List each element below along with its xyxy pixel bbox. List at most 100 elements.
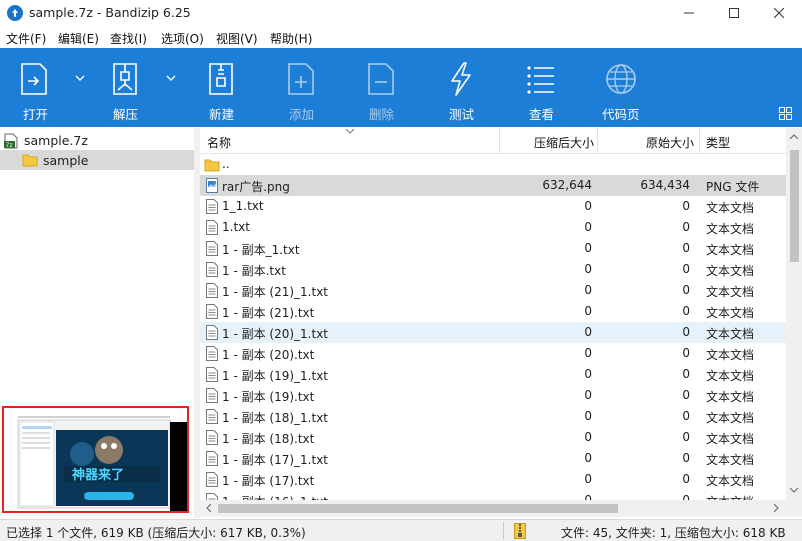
file-list: 名称 压缩后大小 原始大小 类型 .. rar广告.png 632,644 634,4… — [200, 128, 802, 518]
table-row[interactable]: 1 - 副本 (18).txt 0 0 文本文档 — [200, 427, 786, 448]
file-name: .. — [222, 157, 230, 171]
svg-text:7z: 7z — [6, 142, 13, 149]
new-archive-icon — [209, 63, 233, 95]
add-button[interactable]: 添加 — [284, 48, 318, 127]
file-original-size: 0 — [682, 220, 690, 234]
file-name: 1 - 副本 (17).txt — [222, 474, 315, 488]
table-row[interactable]: 1 - 副本 (18)_1.txt 0 0 文本文档 — [200, 406, 786, 427]
scroll-right-icon[interactable] — [774, 504, 779, 512]
file-original-size: 0 — [682, 430, 690, 444]
file-packed-size: 0 — [584, 430, 592, 444]
file-type: 文本文档 — [706, 327, 755, 341]
column-header-packed-size[interactable]: 压缩后大小 — [534, 128, 594, 154]
file-original-size: 0 — [682, 409, 690, 423]
menu-help[interactable]: 帮助(H) — [270, 30, 312, 47]
extract-dropdown-icon[interactable] — [166, 74, 176, 82]
folder-icon — [204, 159, 220, 172]
status-selection-text: 已选择 1 个文件, 619 KB (压缩后大小: 617 KB, 0.3%) — [6, 526, 306, 540]
table-row[interactable]: 1 - 副本_1.txt 0 0 文本文档 — [200, 238, 786, 259]
table-row[interactable]: 1 - 副本 (17).txt 0 0 文本文档 — [200, 469, 786, 490]
add-label: 添加 — [289, 107, 315, 122]
delete-button[interactable]: 删除 — [364, 48, 398, 127]
maximize-button[interactable] — [711, 0, 757, 26]
title-bar: sample.7z - Bandizip 6.25 — [0, 0, 802, 26]
folder-icon — [22, 154, 38, 167]
status-summary-text: 文件: 45, 文件夹: 1, 压缩包大小: 618 KB — [561, 526, 786, 540]
file-type: 文本文档 — [706, 306, 755, 320]
menu-view[interactable]: 视图(V) — [216, 30, 258, 47]
table-row[interactable]: 1_1.txt 0 0 文本文档 — [200, 196, 786, 217]
text-file-icon — [206, 241, 218, 256]
image-preview: 神器来了 — [2, 406, 189, 513]
file-name: rar广告.png — [222, 180, 290, 194]
horizontal-scroll-thumb[interactable] — [218, 504, 618, 513]
file-type: 文本文档 — [706, 432, 755, 446]
table-row[interactable]: 1 - 副本 (20)_1.txt 0 0 文本文档 — [200, 322, 786, 343]
close-button[interactable] — [756, 0, 802, 26]
test-button[interactable]: 测试 — [444, 48, 478, 127]
tree-item-archive[interactable]: 7z sample.7z — [0, 130, 194, 150]
file-type: 文本文档 — [706, 285, 755, 299]
horizontal-scrollbar[interactable] — [200, 500, 802, 517]
text-file-icon — [206, 283, 218, 298]
table-row[interactable]: 1 - 副本 (21).txt 0 0 文本文档 — [200, 301, 786, 322]
file-original-size: 634,434 — [640, 178, 690, 192]
table-row[interactable]: rar广告.png 632,644 634,434 PNG 文件 — [200, 175, 786, 196]
table-row[interactable]: 1 - 副本 (19)_1.txt 0 0 文本文档 — [200, 364, 786, 385]
codepage-button[interactable]: 代码页 — [602, 48, 640, 127]
menu-find[interactable]: 查找(I) — [110, 30, 147, 47]
extract-label: 解压 — [113, 107, 139, 122]
menu-options[interactable]: 选项(O) — [161, 30, 204, 47]
text-file-icon — [206, 262, 218, 277]
scroll-left-icon[interactable] — [206, 504, 211, 512]
file-name: 1 - 副本 (21)_1.txt — [222, 285, 329, 299]
text-file-icon — [206, 304, 218, 319]
file-packed-size: 0 — [584, 409, 592, 423]
text-file-icon — [206, 430, 218, 445]
table-row[interactable]: 1 - 副本 (17)_1.txt 0 0 文本文档 — [200, 448, 786, 469]
column-header-original-size[interactable]: 原始大小 — [646, 128, 694, 154]
file-packed-size: 0 — [584, 388, 592, 402]
text-file-icon — [206, 199, 218, 214]
menu-file[interactable]: 文件(F) — [6, 30, 46, 47]
minimize-button[interactable] — [666, 0, 712, 26]
file-type: 文本文档 — [706, 201, 755, 215]
list-view-icon — [527, 66, 554, 94]
file-original-size: 0 — [682, 199, 690, 213]
scroll-up-icon[interactable] — [790, 134, 798, 139]
new-button[interactable]: 新建 — [204, 48, 238, 127]
menu-edit[interactable]: 编辑(E) — [58, 30, 99, 47]
file-packed-size: 632,644 — [542, 178, 592, 192]
view-button[interactable]: 查看 — [524, 48, 558, 127]
table-row[interactable]: 1 - 副本 (21)_1.txt 0 0 文本文档 — [200, 280, 786, 301]
file-packed-size: 0 — [584, 220, 592, 234]
file-type: 文本文档 — [706, 222, 755, 236]
vertical-scrollbar[interactable] — [786, 128, 802, 500]
text-file-icon — [206, 325, 218, 340]
file-original-size: 0 — [682, 388, 690, 402]
file-name: 1 - 副本 (19)_1.txt — [222, 369, 329, 383]
table-row[interactable]: 1 - 副本 (19).txt 0 0 文本文档 — [200, 385, 786, 406]
text-file-icon — [206, 220, 218, 235]
file-name: 1 - 副本 (20).txt — [222, 348, 315, 362]
tree-item-sample-folder[interactable]: sample — [0, 150, 194, 170]
extract-button[interactable]: 解压 — [108, 48, 142, 127]
vertical-scroll-thumb[interactable] — [790, 150, 799, 262]
file-type: 文本文档 — [706, 348, 755, 362]
table-row[interactable]: 1.txt 0 0 文本文档 — [200, 217, 786, 238]
file-name: 1_1.txt — [222, 199, 264, 213]
file-packed-size: 0 — [584, 241, 592, 255]
tree-archive-label: sample.7z — [24, 133, 88, 148]
scroll-down-icon[interactable] — [790, 488, 798, 493]
table-row[interactable]: 1 - 副本 (20).txt 0 0 文本文档 — [200, 343, 786, 364]
layout-grid-icon[interactable] — [779, 107, 792, 120]
toolbar: 打开 解压 新建 添加 删除 测试 查看 代码页 — [0, 48, 802, 127]
table-row[interactable]: 1 - 副本.txt 0 0 文本文档 — [200, 259, 786, 280]
open-button[interactable]: 打开 — [18, 48, 52, 127]
column-header-name[interactable]: 名称 — [207, 128, 231, 154]
column-header-type[interactable]: 类型 — [706, 128, 730, 154]
table-row[interactable]: .. — [200, 154, 786, 175]
minimize-icon — [684, 12, 694, 14]
open-dropdown-icon[interactable] — [75, 74, 85, 82]
file-packed-size: 0 — [584, 262, 592, 276]
